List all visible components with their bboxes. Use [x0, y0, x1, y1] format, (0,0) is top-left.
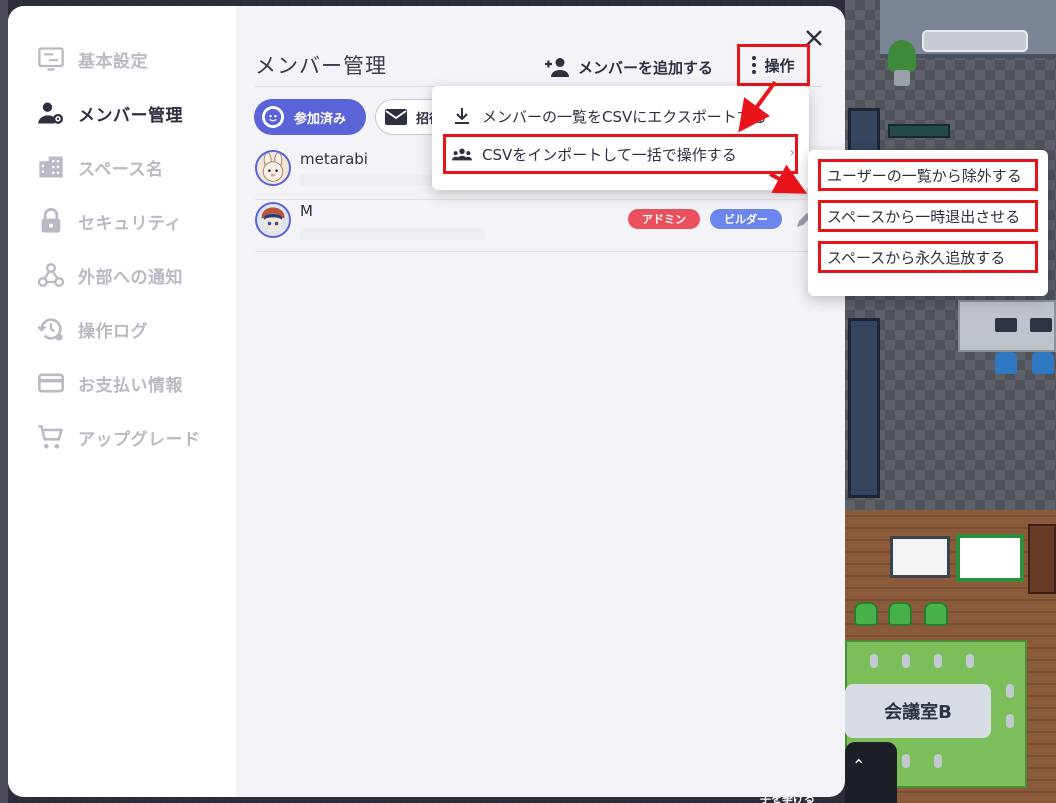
- sidebar-item-basic-settings[interactable]: 基本設定: [36, 44, 148, 74]
- highlight-import-item: [443, 134, 798, 174]
- import-submenu: ユーザーの一覧から除外する スペースから一時退出させる スペースから永久追放する: [808, 150, 1048, 296]
- chair-sprite: [924, 602, 948, 626]
- building-icon: [36, 154, 66, 180]
- member-settings-icon: [36, 100, 66, 126]
- chair-sprite: [854, 602, 878, 626]
- sidebar-item-label: セキュリティ: [78, 213, 182, 234]
- credit-card-icon: [36, 370, 66, 396]
- meeting-room-label: 会議室B: [845, 684, 991, 738]
- history-icon: [36, 316, 66, 342]
- world-wall-segment: [848, 318, 880, 498]
- sidebar-item-label: 外部への通知: [78, 267, 183, 288]
- sidebar-item-space-name[interactable]: スペース名: [36, 152, 163, 182]
- sidebar-item-operation-log[interactable]: 操作ログ: [36, 314, 148, 344]
- add-person-icon: [545, 58, 569, 77]
- add-member-button[interactable]: メンバーを追加する: [544, 54, 713, 80]
- more-vert-icon: [752, 56, 757, 74]
- world-peg: [1006, 684, 1014, 698]
- sidebar-item-external-notification[interactable]: 外部への通知: [36, 260, 183, 290]
- avatar: [255, 150, 291, 186]
- chair-sprite: [1032, 352, 1054, 374]
- member-row[interactable]: M アドミン ビルダー: [255, 202, 822, 252]
- world-left-strip: [0, 0, 8, 803]
- member-name: metarabi: [300, 150, 368, 168]
- avatar: [255, 202, 291, 238]
- world-peg: [902, 754, 910, 768]
- shelf-sprite: [1028, 524, 1056, 594]
- chart-board-sprite: [890, 536, 950, 578]
- submenu-item-exclude-users[interactable]: ユーザーの一覧から除外する: [818, 159, 1038, 191]
- cart-icon: [36, 424, 66, 450]
- filter-joined-chip[interactable]: 参加済み: [254, 99, 366, 135]
- menu-item-export-csv[interactable]: メンバーの一覧をCSVにエクスポートする: [432, 96, 809, 136]
- menu-item-label: メンバーの一覧をCSVにエクスポートする: [482, 107, 767, 126]
- member-name: M: [300, 202, 313, 220]
- world-peg: [870, 654, 878, 668]
- webhook-icon: [36, 262, 66, 288]
- submenu-item-temp-remove[interactable]: スペースから一時退出させる: [818, 200, 1038, 232]
- lock-icon: [36, 207, 66, 234]
- world-peg: [902, 654, 910, 668]
- submenu-item-permanent-ban[interactable]: スペースから永久追放する: [818, 241, 1038, 273]
- world-peg: [934, 654, 942, 668]
- operations-label: 操作: [764, 56, 795, 75]
- member-subtext-placeholder: [300, 228, 485, 240]
- add-member-label: メンバーを追加する: [578, 58, 714, 77]
- face-icon: [262, 106, 284, 128]
- plant-sprite: [888, 40, 916, 88]
- world-peg: [934, 754, 942, 768]
- chair-sprite: [995, 352, 1017, 374]
- world-peg: [1006, 714, 1014, 728]
- sidebar-item-label: アップグレード: [78, 429, 201, 450]
- monitor-sprite: [1030, 318, 1052, 332]
- sidebar-item-label: スペース名: [78, 159, 164, 180]
- sidebar-item-upgrade[interactable]: アップグレード: [36, 422, 201, 452]
- world-wall-sign: [922, 30, 1028, 52]
- whiteboard-sprite: [956, 534, 1024, 582]
- chevron-up-icon[interactable]: ⌃: [852, 756, 865, 775]
- filter-joined-label: 参加済み: [294, 111, 347, 127]
- world-board: [888, 124, 950, 138]
- world-peg: [966, 654, 974, 668]
- sidebar-item-security[interactable]: セキュリティ: [36, 206, 182, 236]
- builder-badge: ビルダー: [710, 209, 782, 229]
- sidebar-item-label: メンバー管理: [78, 105, 183, 126]
- monitor-sprite: [995, 318, 1017, 332]
- page-title: メンバー管理: [255, 54, 387, 78]
- chair-sprite: [888, 602, 912, 626]
- mail-icon: [385, 109, 407, 125]
- download-icon: [455, 108, 469, 124]
- sidebar-item-label: お支払い情報: [78, 375, 183, 396]
- settings-sidebar: 基本設定 メンバー管理 スペース名 セキュリティ 外部への通知 操作ログ お支払…: [8, 6, 236, 797]
- sidebar-item-label: 基本設定: [78, 51, 148, 72]
- settings-panel-icon: [36, 46, 66, 72]
- sidebar-item-payment[interactable]: お支払い情報: [36, 368, 183, 398]
- operations-button[interactable]: 操作: [737, 44, 810, 86]
- sidebar-item-label: 操作ログ: [78, 321, 148, 342]
- sidebar-item-member-management[interactable]: メンバー管理: [36, 98, 183, 128]
- admin-badge: アドミン: [628, 209, 700, 229]
